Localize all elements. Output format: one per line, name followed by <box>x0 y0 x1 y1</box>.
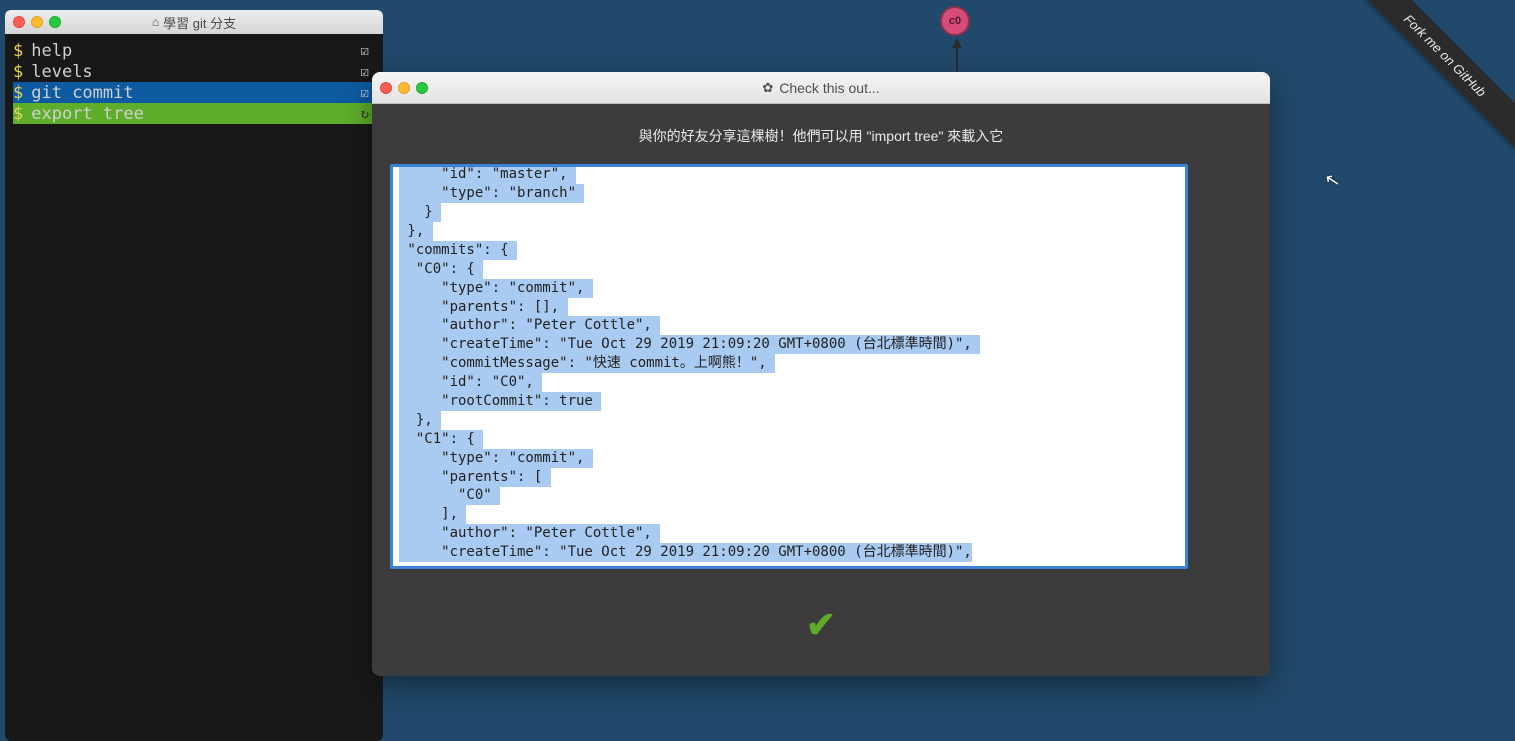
prompt: $ <box>13 104 23 124</box>
home-icon: ⌂ <box>152 15 159 29</box>
check-icon: ☑ <box>361 85 369 101</box>
terminal-line[interactable]: $ export tree ↻ <box>13 103 375 124</box>
terminal-titlebar[interactable]: ⌂ 學習 git 分支 <box>5 10 383 34</box>
terminal-line[interactable]: $ help ☑ <box>13 40 375 61</box>
terminal-line[interactable]: $ git commit ☑ <box>13 82 375 103</box>
command-text: git commit <box>31 83 133 103</box>
prompt: $ <box>13 41 23 61</box>
github-ribbon[interactable]: Fork me on GitHub <box>1335 0 1515 180</box>
dialog-titlebar[interactable]: ✿ Check this out... <box>372 72 1270 104</box>
tree-textarea-wrap <box>372 164 1270 574</box>
check-icon: ✔ <box>806 604 836 645</box>
prompt: $ <box>13 62 23 82</box>
terminal-title-text: 學習 git 分支 <box>163 13 236 32</box>
terminal-body[interactable]: $ help ☑ $ levels ☑ $ git commit ☑ $ export tree ↻ <box>5 34 383 130</box>
check-icon: ☑ <box>361 64 369 80</box>
dialog-title: ✿ Check this out... <box>372 80 1270 96</box>
dialog-description: 與你的好友分享這棵樹！他們可以用 "import tree" 來載入它 <box>372 104 1270 164</box>
gear-icon: ✿ <box>762 80 773 96</box>
terminal-window: ⌂ 學習 git 分支 $ help ☑ $ levels ☑ $ git commit ☑ $ e… <box>5 10 383 741</box>
command-text: levels <box>31 62 92 82</box>
confirm-button[interactable]: ✔ <box>806 604 836 646</box>
command-text: export tree <box>31 104 144 124</box>
github-ribbon-label[interactable]: Fork me on GitHub <box>1342 0 1515 158</box>
refresh-icon: ↻ <box>361 106 369 122</box>
command-text: help <box>31 41 72 61</box>
terminal-title: ⌂ 學習 git 分支 <box>5 13 383 32</box>
terminal-line[interactable]: $ levels ☑ <box>13 61 375 82</box>
export-tree-dialog: ✿ Check this out... 與你的好友分享這棵樹！他們可以用 "im… <box>372 72 1270 676</box>
prompt: $ <box>13 83 23 103</box>
dialog-footer: ✔ <box>372 574 1270 676</box>
dialog-title-text: Check this out... <box>779 80 879 96</box>
commit-label: c0 <box>949 15 961 27</box>
check-icon: ☑ <box>361 43 369 59</box>
tree-json-textarea[interactable] <box>390 164 1188 569</box>
commit-arrow-icon <box>952 38 962 48</box>
commit-node-c0[interactable]: c0 <box>940 6 970 36</box>
